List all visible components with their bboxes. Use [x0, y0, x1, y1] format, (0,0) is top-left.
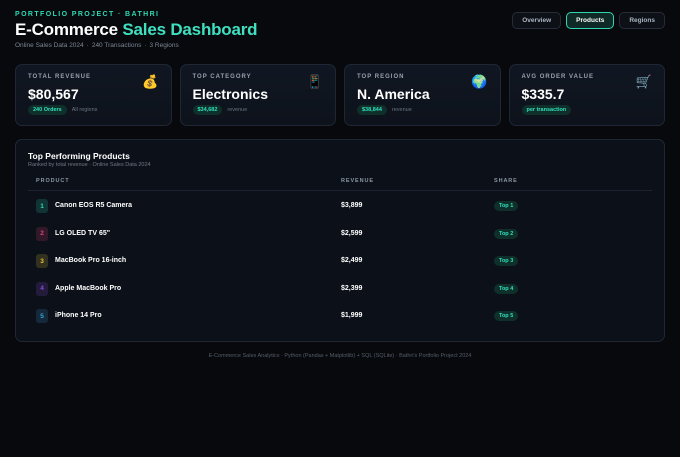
page-title-accent: Sales Dashboard [122, 20, 258, 39]
page-subtitle: Online Sales Data 2024 · 240 Transactions ·… [15, 42, 665, 49]
subtitle-dataset: Online Sales Data 2024 [15, 42, 84, 49]
kpi-value: Electronics [192, 86, 268, 102]
mobile-phone-icon: 📱 [306, 74, 323, 89]
kpi-label: TOTAL REVENUE [28, 74, 92, 80]
column-header-revenue: REVENUE [341, 178, 374, 184]
kpi-card-total-revenue: TOTAL REVENUE $80,567 240 Orders All regi… [15, 64, 172, 126]
kpi-card-top-region: TOP REGION N. America $38,844 revenue 🌍 [344, 64, 501, 126]
subtitle-regions: 3 Regions [149, 42, 179, 49]
table-row[interactable]: 3 MacBook Pro 16-inch $2,499 Top 3 [28, 248, 652, 276]
tab-regions[interactable]: Regions [619, 12, 665, 29]
rank-badge: 3 [36, 254, 48, 269]
kpi-note: revenue [227, 107, 248, 113]
table-row[interactable]: 2 LG OLED TV 65" $2,599 Top 2 [28, 221, 652, 249]
table-row[interactable]: 1 Canon EOS R5 Camera $3,899 Top 1 [28, 193, 652, 221]
kpi-label: AVG ORDER VALUE [521, 74, 594, 80]
page-footer: E-Commerce Sales Analytics · Python (Pan… [208, 353, 472, 359]
kpi-value: $335.7 [521, 86, 565, 102]
product-revenue: $2,499 [341, 257, 363, 265]
table-row[interactable]: 4 Apple MacBook Pro $2,399 Top 4 [28, 276, 652, 304]
view-tabs: Overview Products Regions [512, 12, 665, 29]
products-table-body: 1 Canon EOS R5 Camera $3,899 Top 1 2 LG … [28, 193, 652, 331]
rank-badge: 5 [36, 309, 48, 324]
separator-dot: · [86, 42, 89, 49]
money-bag-icon: 💰 [142, 74, 159, 89]
product-revenue: $2,599 [341, 229, 363, 237]
share-tag: Top 3 [494, 256, 519, 267]
product-name: Canon EOS R5 Camera [55, 202, 133, 209]
panel-subtitle: Ranked by total revenue · Online Sales D… [28, 162, 151, 168]
product-revenue: $3,899 [341, 202, 363, 209]
globe-icon: 🌍 [471, 74, 488, 89]
share-tag: Top 4 [494, 283, 519, 294]
product-revenue: $2,399 [341, 284, 363, 292]
kpi-card-avg-order-value: AVG ORDER VALUE $335.7 per transaction 🛒 [508, 64, 665, 126]
product-name: LG OLED TV 65" [55, 229, 111, 237]
shopping-cart-icon: 🛒 [635, 74, 652, 89]
rank-badge: 1 [36, 199, 48, 213]
product-name: iPhone 14 Pro [55, 312, 102, 320]
page-title-prefix: E-Commerce [15, 20, 123, 39]
tab-products[interactable]: Products [566, 12, 615, 29]
tab-overview[interactable]: Overview [512, 12, 562, 29]
share-tag: Top 2 [494, 228, 519, 239]
product-revenue: $1,999 [341, 312, 363, 320]
kpi-card-top-category: TOP CATEGORY Electronics $34,682 revenue … [179, 64, 336, 126]
column-header-product: PRODUCT [36, 178, 70, 184]
kpi-pill: $38,844 [357, 105, 387, 115]
kpi-label: TOP REGION [357, 74, 405, 80]
kpi-cards: TOTAL REVENUE $80,567 240 Orders All regi… [15, 64, 665, 126]
kpi-value: N. America [357, 86, 430, 102]
column-header-share: SHARE [494, 178, 518, 184]
separator-dot: · [144, 42, 147, 49]
product-name: Apple MacBook Pro [55, 284, 122, 292]
kpi-pill: per transaction [521, 105, 572, 115]
rank-badge: 2 [36, 226, 48, 241]
kpi-label: TOP CATEGORY [192, 74, 252, 80]
kpi-value: $80,567 [28, 86, 79, 102]
kpi-note: revenue [391, 107, 412, 113]
kpi-pill: 240 Orders [28, 105, 67, 115]
kpi-pill: $34,682 [192, 105, 223, 115]
top-products-panel: Top Performing Products Ranked by total … [15, 139, 665, 342]
table-header: PRODUCT REVENUE SHARE [28, 177, 652, 191]
rank-badge: 4 [36, 281, 48, 296]
kpi-note: All regions [71, 107, 98, 113]
share-tag: Top 5 [494, 311, 519, 322]
subtitle-transactions: 240 Transactions [91, 42, 142, 49]
product-name: MacBook Pro 16-inch [55, 257, 127, 265]
table-row[interactable]: 5 iPhone 14 Pro $1,999 Top 5 [28, 303, 652, 331]
panel-title: Top Performing Products [28, 151, 130, 161]
share-tag: Top 1 [494, 201, 519, 211]
